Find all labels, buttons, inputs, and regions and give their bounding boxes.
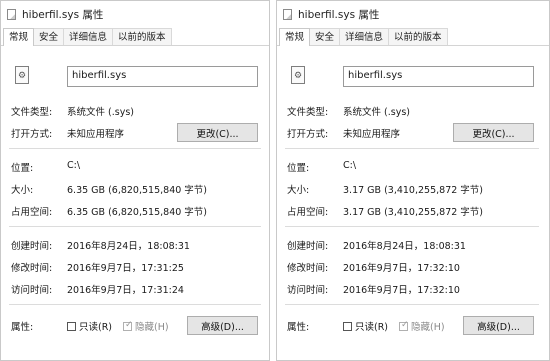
tab-security[interactable]: 安全 bbox=[33, 28, 65, 45]
divider bbox=[285, 226, 539, 227]
open-with-value: 未知应用程序 bbox=[67, 129, 125, 140]
hidden-checkbox: ✓ 隐藏(H) bbox=[399, 319, 445, 333]
size-on-disk-value: 3.17 GB (3,410,255,872 字节) bbox=[343, 207, 484, 218]
modified-label: 修改时间: bbox=[287, 263, 329, 274]
size-on-disk-value: 6.35 GB (6,820,515,840 字节) bbox=[67, 207, 208, 218]
title-bar: hiberfil.sys 属性 bbox=[277, 1, 549, 27]
type-value: 系统文件 (.sys) bbox=[343, 107, 410, 118]
size-value: 3.17 GB (3,410,255,872 字节) bbox=[343, 185, 484, 196]
system-file-icon: ⚙ bbox=[291, 66, 305, 84]
accessed-value: 2016年9月7日，17:32:10 bbox=[343, 285, 460, 296]
change-button[interactable]: 更改(C)... bbox=[453, 123, 534, 142]
hidden-label: 隐藏(H) bbox=[135, 322, 169, 333]
modified-label: 修改时间: bbox=[11, 263, 53, 274]
window-title: hiberfil.sys 属性 bbox=[22, 8, 104, 21]
tab-details[interactable]: 详细信息 bbox=[339, 28, 390, 45]
readonly-checkbox[interactable]: 只读(R) bbox=[343, 319, 388, 333]
divider bbox=[9, 148, 261, 149]
filename-field[interactable]: hiberfil.sys bbox=[343, 66, 534, 87]
properties-dialog-right: hiberfil.sys 属性 常规 安全 详细信息 以前的版本 ⚙ hiber… bbox=[276, 0, 550, 361]
location-label: 位置: bbox=[11, 163, 34, 174]
size-label: 大小: bbox=[11, 185, 34, 196]
hidden-label: 隐藏(H) bbox=[411, 322, 445, 333]
location-value: C:\ bbox=[343, 160, 357, 171]
readonly-label: 只读(R) bbox=[355, 322, 389, 333]
advanced-button[interactable]: 高级(D)... bbox=[187, 316, 258, 335]
divider bbox=[285, 304, 539, 305]
tab-previous-versions[interactable]: 以前的版本 bbox=[388, 28, 448, 45]
modified-value: 2016年9月7日，17:31:25 bbox=[67, 263, 184, 274]
created-label: 创建时间: bbox=[11, 241, 53, 252]
window-title: hiberfil.sys 属性 bbox=[298, 8, 380, 21]
size-on-disk-label: 占用空间: bbox=[11, 207, 53, 218]
created-label: 创建时间: bbox=[287, 241, 329, 252]
type-value: 系统文件 (.sys) bbox=[67, 107, 134, 118]
tab-strip: 常规 安全 详细信息 以前的版本 bbox=[1, 27, 269, 46]
tab-details[interactable]: 详细信息 bbox=[63, 28, 114, 45]
readonly-label: 只读(R) bbox=[79, 322, 113, 333]
attributes-label: 属性: bbox=[287, 322, 310, 333]
size-value: 6.35 GB (6,820,515,840 字节) bbox=[67, 185, 208, 196]
created-value: 2016年8月24日，18:08:31 bbox=[343, 241, 466, 252]
location-value: C:\ bbox=[67, 160, 81, 171]
tab-general[interactable]: 常规 bbox=[3, 28, 35, 46]
open-with-value: 未知应用程序 bbox=[343, 129, 401, 140]
checkbox-box: ✓ bbox=[123, 319, 133, 331]
hidden-checkbox: ✓ 隐藏(H) bbox=[123, 319, 169, 333]
tab-previous-versions[interactable]: 以前的版本 bbox=[112, 28, 172, 45]
general-panel: ⚙ hiberfil.sys 文件类型: 系统文件 (.sys) 打开方式: 未… bbox=[1, 46, 269, 360]
size-label: 大小: bbox=[287, 185, 310, 196]
properties-dialog-left: hiberfil.sys 属性 常规 安全 详细信息 以前的版本 ⚙ hiber… bbox=[0, 0, 270, 361]
created-value: 2016年8月24日，18:08:31 bbox=[67, 241, 190, 252]
size-on-disk-label: 占用空间: bbox=[287, 207, 329, 218]
location-label: 位置: bbox=[287, 163, 310, 174]
system-file-icon: ⚙ bbox=[15, 66, 29, 84]
attributes-label: 属性: bbox=[11, 322, 34, 333]
tab-security[interactable]: 安全 bbox=[309, 28, 341, 45]
filename-field[interactable]: hiberfil.sys bbox=[67, 66, 258, 87]
divider bbox=[9, 304, 261, 305]
file-icon bbox=[7, 8, 16, 20]
tab-strip: 常规 安全 详细信息 以前的版本 bbox=[277, 27, 549, 46]
accessed-label: 访问时间: bbox=[11, 285, 53, 296]
modified-value: 2016年9月7日，17:32:10 bbox=[343, 263, 460, 274]
type-label: 文件类型: bbox=[11, 107, 53, 118]
divider bbox=[9, 226, 261, 227]
divider bbox=[285, 148, 539, 149]
checkbox-box: ✓ bbox=[399, 319, 409, 331]
file-icon bbox=[283, 8, 292, 20]
checkbox-box[interactable] bbox=[343, 321, 352, 331]
advanced-button[interactable]: 高级(D)... bbox=[463, 316, 534, 335]
checkbox-box[interactable] bbox=[67, 321, 76, 331]
checkmark-icon: ✓ bbox=[401, 319, 409, 330]
open-with-label: 打开方式: bbox=[11, 129, 53, 140]
tab-general[interactable]: 常规 bbox=[279, 28, 311, 46]
change-button[interactable]: 更改(C)... bbox=[177, 123, 258, 142]
checkmark-icon: ✓ bbox=[125, 319, 133, 330]
type-label: 文件类型: bbox=[287, 107, 329, 118]
accessed-label: 访问时间: bbox=[287, 285, 329, 296]
general-panel: ⚙ hiberfil.sys 文件类型: 系统文件 (.sys) 打开方式: 未… bbox=[277, 46, 549, 360]
title-bar: hiberfil.sys 属性 bbox=[1, 1, 269, 27]
accessed-value: 2016年9月7日，17:31:24 bbox=[67, 285, 184, 296]
open-with-label: 打开方式: bbox=[287, 129, 329, 140]
readonly-checkbox[interactable]: 只读(R) bbox=[67, 319, 112, 333]
